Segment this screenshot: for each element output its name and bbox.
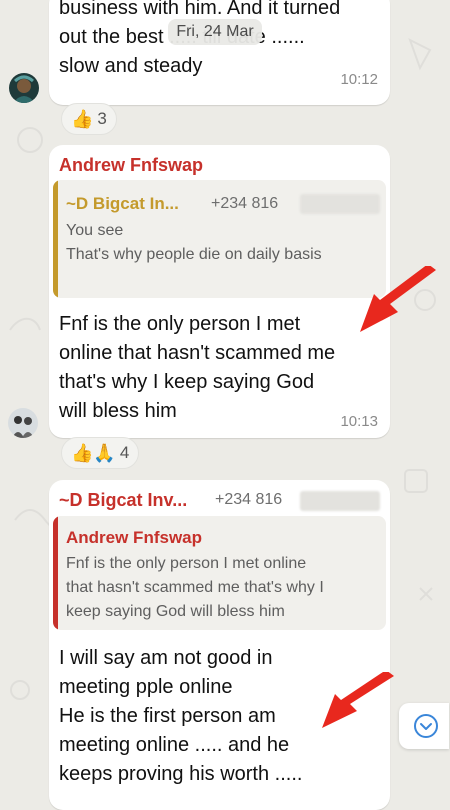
message-time: 10:13 — [340, 413, 378, 430]
scroll-to-bottom-button[interactable] — [399, 703, 449, 749]
reaction-pill[interactable]: 👍🙏 4 — [61, 437, 140, 469]
quote-sender-phone: +234 816 — [211, 195, 279, 212]
message-bubble[interactable]: ~D Bigcat Inv... +234 816 Andrew Fnfswap… — [49, 480, 390, 810]
message-bubble[interactable]: business with him. And it turned out the… — [49, 0, 390, 105]
date-chip: Fri, 24 Mar — [168, 19, 262, 45]
thumbs-up-praying-hands-icon: 👍🙏 — [71, 443, 116, 463]
quote-bar — [53, 516, 58, 630]
sender-name[interactable]: Andrew Fnfswap — [59, 155, 203, 176]
sender-phone: +234 816 — [215, 491, 283, 508]
quote-text: Fnf is the only person I met online that… — [66, 555, 324, 620]
quote-text: You see That's why people die on daily b… — [66, 222, 322, 263]
sender-name[interactable]: ~D Bigcat Inv... — [59, 490, 187, 511]
reaction-pill[interactable]: 👍 3 — [61, 103, 117, 135]
quote-bar — [53, 180, 58, 298]
message-bubble[interactable]: Andrew Fnfswap ~D Bigcat In... +234 816 … — [49, 145, 390, 438]
thumbs-up-icon: 👍 — [71, 109, 94, 129]
avatar[interactable] — [8, 408, 38, 438]
avatar[interactable] — [9, 73, 39, 103]
quote-sender-name: ~D Bigcat In... — [66, 194, 179, 213]
red-arrow-annotation — [322, 672, 394, 728]
reaction-count: 4 — [119, 443, 130, 462]
quoted-message[interactable]: ~D Bigcat In... +234 816 You see That's … — [53, 180, 386, 298]
redacted-number — [300, 194, 380, 214]
redacted-number — [300, 491, 380, 511]
chevron-down-circle-icon — [414, 714, 438, 738]
message-time: 10:12 — [340, 71, 378, 88]
message-text: Fnf is the only person I met online that… — [59, 313, 336, 422]
reaction-count: 3 — [97, 109, 107, 128]
red-arrow-annotation — [360, 266, 436, 332]
quoted-message[interactable]: Andrew Fnfswap Fnf is the only person I … — [53, 516, 386, 630]
quote-sender-name: Andrew Fnfswap — [66, 528, 203, 547]
